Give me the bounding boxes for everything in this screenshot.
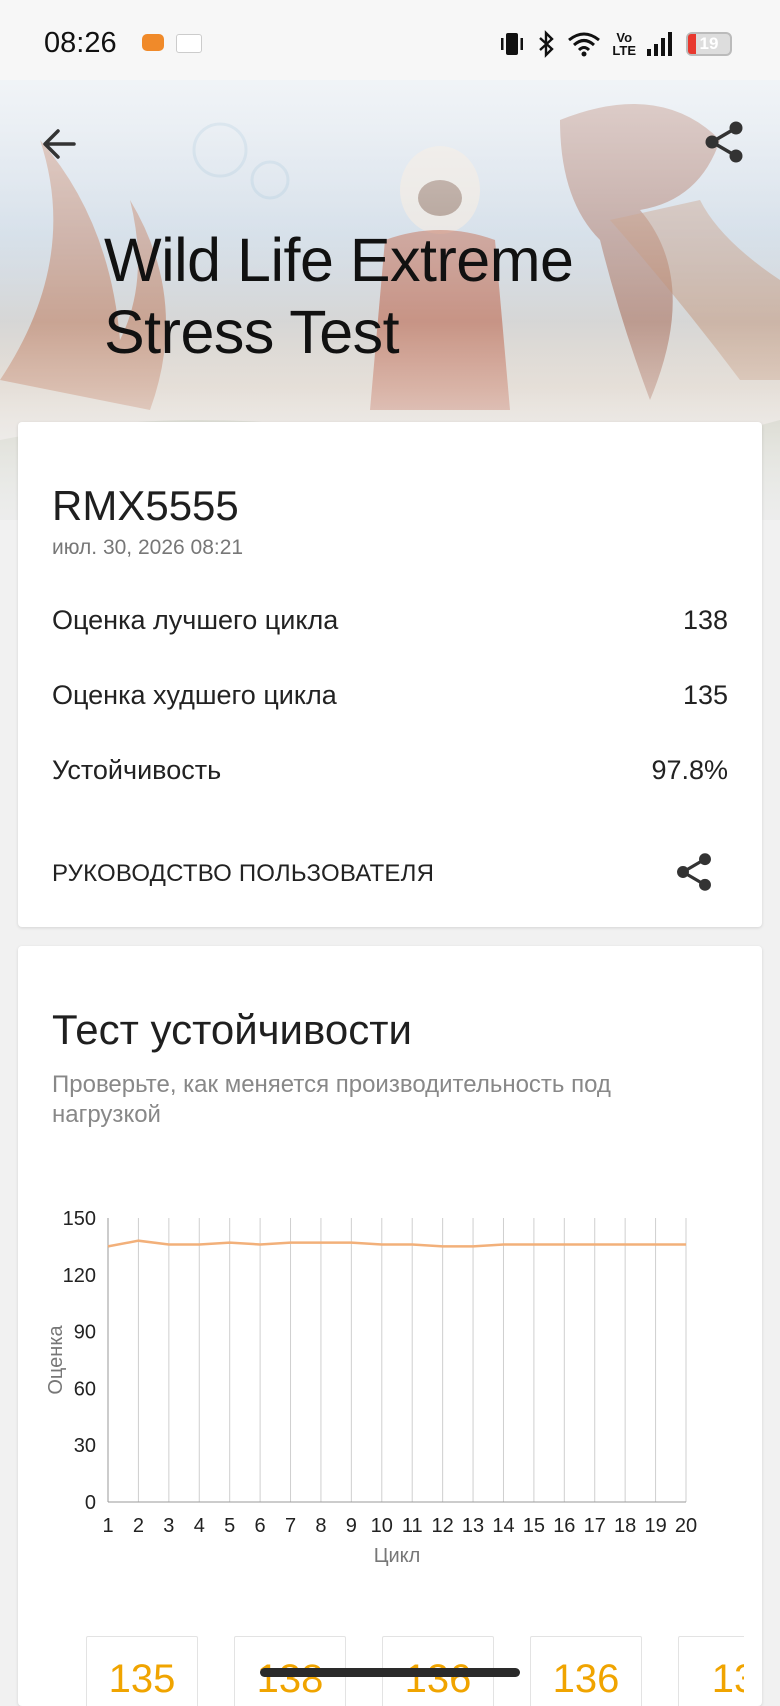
loop-score-value: 138	[235, 1657, 345, 1702]
y-axis-label: Оценка	[45, 1324, 67, 1394]
x-tick-label: 19	[644, 1515, 666, 1537]
signal-icon	[646, 30, 676, 58]
y-tick-label: 30	[74, 1435, 96, 1457]
worst-loop-value: 135	[683, 680, 728, 711]
x-tick-label: 9	[346, 1515, 357, 1537]
result-card: RMX5555 июл. 30, 2026 08:21 Оценка лучше…	[18, 422, 762, 927]
x-tick-label: 14	[492, 1515, 514, 1537]
user-guide-link[interactable]: РУКОВОДСТВО ПОЛЬЗОВАТЕЛЯ	[52, 860, 434, 888]
share-icon[interactable]	[700, 118, 748, 166]
x-tick-label: 5	[224, 1515, 235, 1537]
wifi-icon	[566, 30, 602, 58]
best-loop-value: 138	[683, 605, 728, 636]
volte-icon: Vo LTE	[612, 31, 636, 57]
x-tick-label: 18	[614, 1515, 636, 1537]
status-time: 08:26	[44, 27, 117, 60]
result-date: июл. 30, 2026 08:21	[52, 536, 243, 560]
x-tick-label: 10	[371, 1515, 393, 1537]
back-arrow-icon[interactable]	[38, 122, 82, 166]
status-bar: 08:26 Vo LTE 19	[0, 0, 780, 80]
x-tick-label: 3	[163, 1515, 174, 1537]
x-tick-label: 1	[102, 1515, 113, 1537]
app-notification-icon	[176, 34, 202, 53]
stability-chart: 1234567891011121314151617181920030609012…	[18, 1206, 762, 1576]
worst-loop-row: Оценка худшего цикла 135	[52, 675, 728, 715]
stability-row: Устойчивость 97.8%	[52, 750, 728, 790]
battery-icon: 19	[686, 32, 732, 56]
y-tick-label: 120	[63, 1265, 96, 1287]
x-axis-label: Цикл	[374, 1545, 421, 1567]
stability-subtitle: Проверьте, как меняется производительнос…	[52, 1070, 692, 1130]
loop-score-value: 136	[383, 1657, 493, 1702]
best-loop-label: Оценка лучшего цикла	[52, 605, 338, 636]
stability-title: Тест устойчивости	[52, 1006, 412, 1054]
x-tick-label: 20	[675, 1515, 697, 1537]
x-tick-label: 6	[255, 1515, 266, 1537]
game-notification-icon	[142, 34, 164, 51]
x-tick-label: 15	[523, 1515, 545, 1537]
test-title-line1: Wild Life Extreme	[104, 224, 573, 296]
loop-score-value: 135	[87, 1657, 197, 1702]
x-tick-label: 11	[402, 1515, 423, 1537]
worst-loop-label: Оценка худшего цикла	[52, 680, 337, 711]
loop-score-tile[interactable]: 135	[86, 1636, 198, 1706]
x-tick-label: 7	[285, 1515, 296, 1537]
x-tick-label: 8	[315, 1515, 326, 1537]
x-tick-label: 13	[462, 1515, 484, 1537]
best-loop-row: Оценка лучшего цикла 138	[52, 600, 728, 640]
y-tick-label: 0	[85, 1492, 96, 1514]
stability-value: 97.8%	[651, 755, 728, 786]
vibrate-icon	[498, 30, 526, 58]
loop-score-tile[interactable]: 136	[530, 1636, 642, 1706]
y-tick-label: 60	[74, 1378, 96, 1400]
x-tick-label: 12	[432, 1515, 454, 1537]
y-tick-label: 150	[63, 1208, 96, 1230]
stability-label: Устойчивость	[52, 755, 221, 786]
x-tick-label: 4	[194, 1515, 205, 1537]
home-indicator[interactable]	[260, 1668, 520, 1677]
bluetooth-icon	[536, 30, 556, 58]
stability-card: Тест устойчивости Проверьте, как меняетс…	[18, 946, 762, 1706]
test-title: Wild Life Extreme Stress Test	[104, 224, 573, 368]
device-name: RMX5555	[52, 482, 239, 530]
x-tick-label: 16	[553, 1515, 575, 1537]
loop-score-tile[interactable]: 13	[678, 1636, 744, 1706]
loop-score-value: 136	[531, 1657, 641, 1702]
battery-level: 19	[688, 34, 730, 54]
series-line-score	[108, 1241, 686, 1247]
x-tick-label: 17	[584, 1515, 606, 1537]
test-title-line2: Stress Test	[104, 296, 573, 368]
share-result-icon[interactable]	[672, 850, 716, 894]
loop-score-value: 13	[679, 1657, 744, 1702]
y-tick-label: 90	[74, 1322, 96, 1344]
x-tick-label: 2	[133, 1515, 144, 1537]
